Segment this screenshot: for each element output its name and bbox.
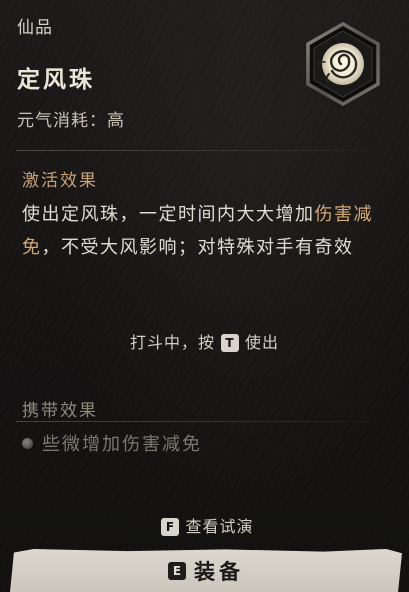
carry-effect-title: 携带效果 <box>22 401 98 421</box>
preview-key-badge[interactable]: F <box>161 518 180 536</box>
use-hint-prefix: 打斗中，按 <box>129 333 215 352</box>
active-effect-description: 使出定风珠，一定时间内大大增加伤害减免，不受大风影响；对特殊对手有奇效 <box>22 198 392 264</box>
item-name: 定风珠 <box>17 66 95 93</box>
active-effect-title: 激活效果 <box>22 171 98 191</box>
preview-label[interactable]: 查看试演 <box>185 517 253 536</box>
carry-effect-text: 些微增加伤害减免 <box>42 434 202 455</box>
equip-button[interactable]: E 装备 <box>10 549 402 592</box>
preview-action[interactable]: F 查看试演 <box>0 513 409 537</box>
desc-text-2: ，不受大风影响；对特殊对手有奇效 <box>41 237 354 258</box>
desc-text-1: 使出定风珠，一定时间内大大增加 <box>22 204 315 225</box>
item-category: 仙品 <box>17 18 53 38</box>
qi-cost-label: 元气消耗： <box>17 111 107 131</box>
use-hint-suffix: 使出 <box>245 333 280 352</box>
use-key-badge[interactable]: T <box>221 334 239 352</box>
equip-key-badge[interactable]: E <box>168 561 186 580</box>
carry-effect-item: 些微增加伤害减免 <box>22 430 202 456</box>
equip-label[interactable]: 装备 <box>194 556 244 586</box>
qi-cost-value: 高 <box>107 111 125 131</box>
wind-spiral-icon <box>306 21 380 107</box>
qi-cost: 元气消耗：高 <box>17 106 125 131</box>
divider-carry <box>16 421 396 422</box>
bullet-dot-icon <box>22 437 33 449</box>
item-detail-panel: 仙品 定风珠 元气消耗：高 激活效果 使出定风珠，一定时间内大大增加伤害减免，不… <box>0 0 409 592</box>
item-emblem <box>305 21 381 107</box>
use-hint: 打斗中，按 T 使出 <box>0 329 409 353</box>
divider-top <box>16 150 394 151</box>
